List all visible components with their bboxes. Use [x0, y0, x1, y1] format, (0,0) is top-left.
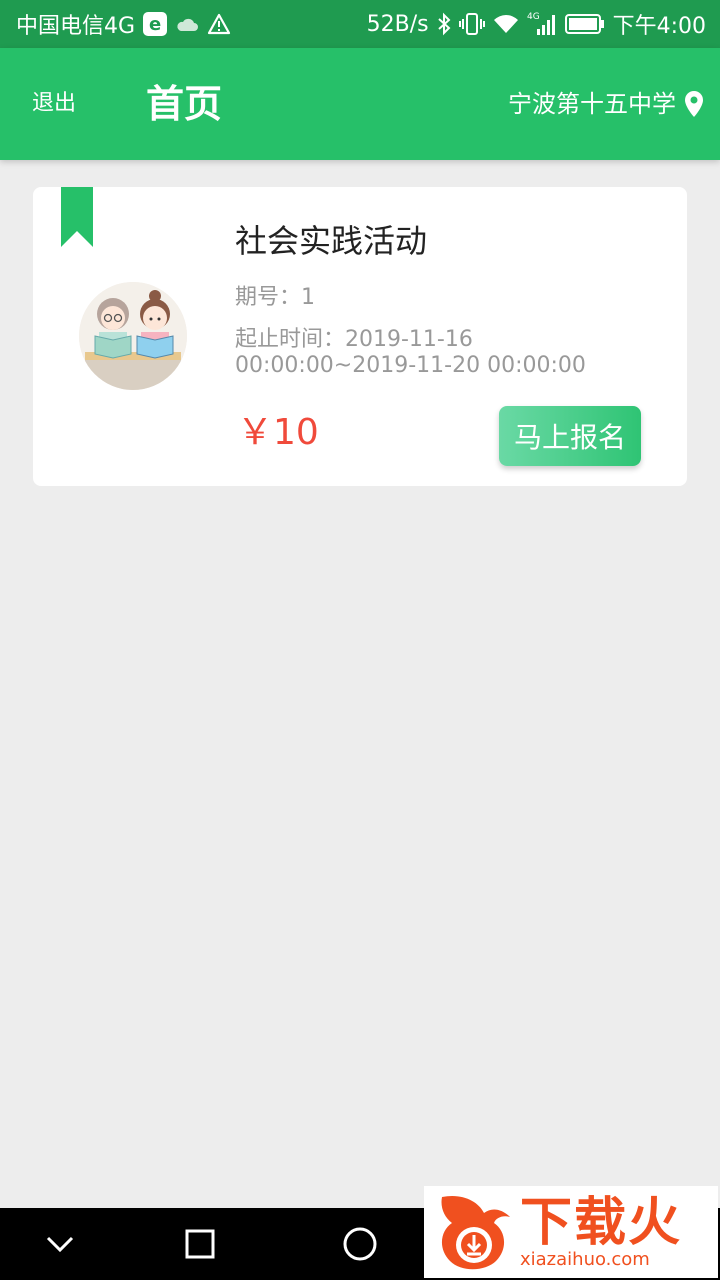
signal-icon: 4G	[527, 11, 557, 37]
activity-card[interactable]: 社会实践活动 期号：1 起止时间：2019-11-16 00:00:00~201…	[33, 187, 687, 486]
warning-icon	[207, 13, 231, 35]
watermark-url: xiazaihuo.com	[520, 1249, 650, 1270]
cloud-icon	[175, 16, 199, 32]
location-label: 宁波第十五中学	[508, 90, 676, 118]
signup-button[interactable]: 马上报名	[499, 406, 641, 466]
battery-icon	[564, 13, 605, 35]
logout-button[interactable]: 退出	[32, 91, 76, 117]
activity-title: 社会实践活动	[235, 222, 428, 260]
network-type: 4G	[527, 12, 540, 22]
clock: 下午4:00	[612, 14, 706, 39]
recents-square-icon[interactable]	[184, 1228, 216, 1260]
e-badge-icon: e	[143, 12, 168, 36]
status-bar: 中国电信4G e 52B/s 4G 下午4:00	[0, 0, 720, 48]
bluetooth-icon	[437, 12, 451, 36]
bookmark-ribbon-icon	[55, 187, 99, 255]
activity-issue: 期号：1	[235, 285, 315, 310]
location-pin-icon	[684, 90, 704, 118]
wifi-icon	[493, 13, 519, 35]
vibrate-icon	[458, 12, 485, 36]
home-circle-icon[interactable]	[342, 1226, 378, 1262]
location-selector[interactable]: 宁波第十五中学	[508, 90, 704, 118]
activity-price: ￥10	[237, 412, 319, 453]
net-speed: 52B/s	[366, 11, 429, 37]
carrier-label: 中国电信4G	[16, 14, 136, 39]
page-title: 首页	[146, 82, 223, 126]
app-header: 退出 首页 宁波第十五中学	[0, 48, 720, 160]
activity-image	[79, 282, 187, 390]
flame-logo-icon	[432, 1187, 516, 1277]
activity-period: 起止时间：2019-11-16 00:00:00~2019-11-20 00:0…	[235, 327, 586, 378]
watermark-brand: 下载火	[520, 1193, 683, 1253]
watermark-logo: 下载火 xiazaihuo.com	[424, 1186, 718, 1278]
back-chevron-icon[interactable]	[42, 1230, 78, 1258]
